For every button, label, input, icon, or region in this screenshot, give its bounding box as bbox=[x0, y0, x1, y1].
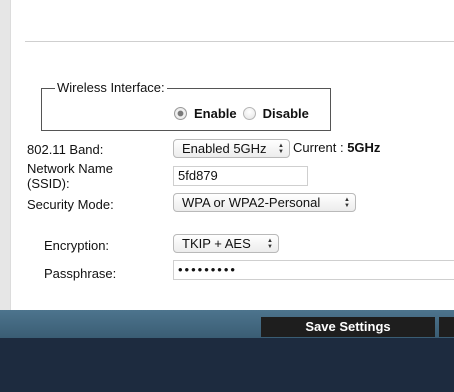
ssid-input[interactable]: 5fd879 bbox=[173, 166, 308, 186]
enable-radio-label[interactable]: Enable bbox=[194, 106, 237, 121]
encryption-select-value: TKIP + AES bbox=[182, 236, 251, 251]
select-arrows-icon: ▲ ▼ bbox=[278, 142, 284, 155]
encryption-label: Encryption: bbox=[44, 238, 110, 253]
security-mode-select[interactable]: WPA or WPA2-Personal ▲ ▼ bbox=[173, 193, 356, 212]
disable-radio-label[interactable]: Disable bbox=[263, 106, 309, 121]
band-current-label: Current : bbox=[293, 140, 344, 155]
band-current-value: 5GHz bbox=[347, 140, 381, 155]
band-select[interactable]: Enabled 5GHz ▲ ▼ bbox=[173, 139, 290, 158]
security-mode-label: Security Mode: bbox=[27, 197, 114, 212]
secondary-button[interactable] bbox=[439, 317, 454, 337]
save-settings-button[interactable]: Save Settings bbox=[261, 317, 435, 337]
network-name-label: Network Name (SSID): bbox=[27, 161, 113, 191]
band-select-value: Enabled 5GHz bbox=[182, 141, 267, 156]
wireless-interface-legend: Wireless Interface: bbox=[55, 80, 167, 95]
security-mode-select-value: WPA or WPA2-Personal bbox=[182, 195, 321, 210]
band-label: 802.11 Band: bbox=[27, 142, 104, 157]
network-name-label-line2: (SSID): bbox=[27, 176, 70, 191]
wireless-interface-radio-group: Enable Disable bbox=[174, 106, 315, 121]
enable-radio[interactable] bbox=[174, 107, 187, 120]
passphrase-input[interactable]: ••••••••• bbox=[173, 260, 454, 280]
encryption-select[interactable]: TKIP + AES ▲ ▼ bbox=[173, 234, 279, 253]
band-current: Current : 5GHz bbox=[293, 140, 380, 155]
footer bbox=[0, 338, 454, 392]
select-arrows-icon: ▲ ▼ bbox=[267, 237, 273, 250]
disable-radio[interactable] bbox=[242, 107, 256, 120]
network-name-label-line1: Network Name bbox=[27, 161, 113, 176]
select-arrows-icon: ▲ ▼ bbox=[344, 196, 350, 209]
divider bbox=[25, 41, 454, 42]
passphrase-label: Passphrase: bbox=[44, 266, 117, 281]
